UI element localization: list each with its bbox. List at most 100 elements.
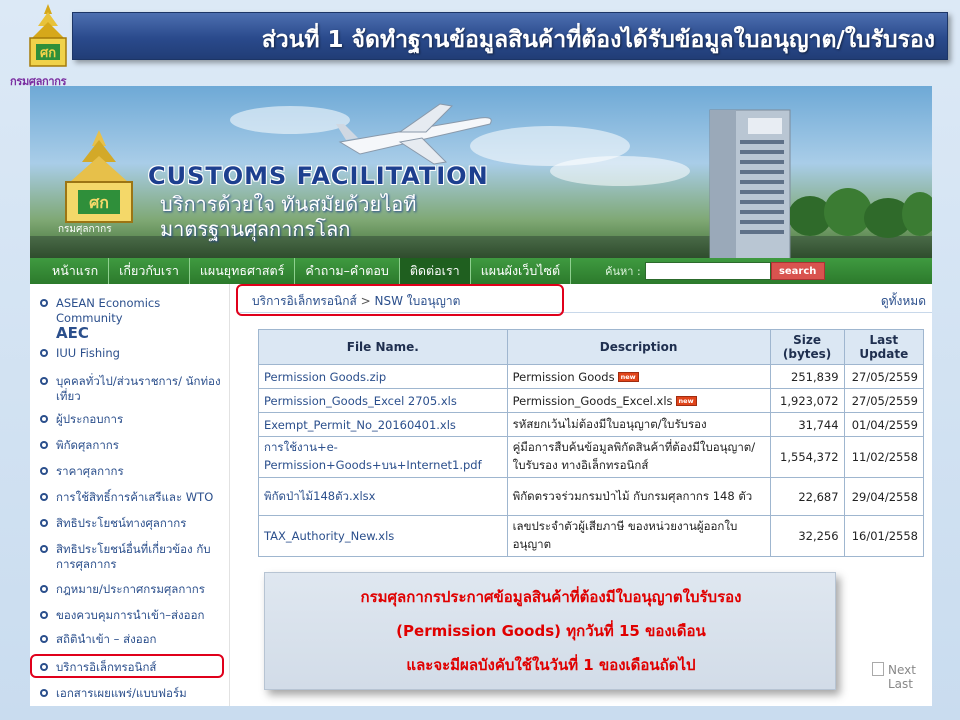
file-size: 251,839 xyxy=(769,364,845,389)
sidebar-item-iuu[interactable]: IUU Fishing xyxy=(40,346,226,361)
svg-text:ศก: ศก xyxy=(40,46,56,61)
sidebar-item-label: สิทธิประโยชน์อื่นที่เกี่ยวข้อง กับการศุล… xyxy=(56,542,211,571)
table-row: พิกัดป่าไม้148ตัว.xlsx พิกัดตรวจร่วมกรมป่… xyxy=(258,477,925,516)
file-name-link[interactable]: การใช้งาน+e-Permission+Goods+บน+Internet… xyxy=(258,436,508,478)
bullet-icon xyxy=(40,467,48,475)
file-size: 1,923,072 xyxy=(769,388,845,413)
nav-contact[interactable]: ติดต่อเรา xyxy=(399,258,471,284)
banner-title: CUSTOMS FACILITATION xyxy=(148,162,489,190)
bullet-icon xyxy=(40,635,48,643)
bullet-icon xyxy=(40,299,48,307)
sidebar-item-other-privileges[interactable]: สิทธิประโยชน์อื่นที่เกี่ยวข้อง กับการศุล… xyxy=(40,542,226,572)
file-description: พิกัดตรวจร่วมกรมป่าไม้ กับกรมศุลกากร 148… xyxy=(506,477,771,516)
table-row: Permission Goods.zip Permission Goods new 2… xyxy=(258,364,925,389)
pager-checkbox[interactable] xyxy=(872,662,884,676)
file-size: 32,256 xyxy=(769,515,845,557)
sidebar-item-label: การใช้สิทธิ์การค้าเสรีและ WTO xyxy=(56,490,214,504)
file-description: รหัสยกเว้นไม่ต้องมีใบอนุญาต/ใบรับรอง xyxy=(506,412,771,437)
nav-strategy[interactable]: แผนยุทธศาสตร์ xyxy=(190,258,296,284)
pager-links[interactable]: Next Last xyxy=(888,663,932,691)
table-header-row: File Name. Description Size (bytes) Last… xyxy=(258,329,925,365)
sidebar-item-label: ราคาศุลกากร xyxy=(56,464,124,478)
col-size: Size (bytes) xyxy=(769,329,845,365)
file-last-update: 27/05/2559 xyxy=(843,364,925,389)
trees-icon xyxy=(790,188,932,238)
description-text: คู่มือการสืบค้นข้อมูลพิกัดสินค้าที่ต้องม… xyxy=(512,440,756,472)
sidebar-item-statistics[interactable]: สถิตินำเข้า – ส่งออก xyxy=(40,632,226,647)
sidebar-item-label: ผู้ประกอบการ xyxy=(56,412,124,426)
bullet-icon xyxy=(40,349,48,357)
callout-line-1: กรมศุลกากรประกาศข้อมูลสินค้าที่ต้องมีใบอ… xyxy=(360,588,742,606)
sidebar-item-label: พิกัดศุลกากร xyxy=(56,438,119,452)
bullet-icon xyxy=(40,519,48,527)
callout-line-2: (Permission Goods) ทุกวันที่ 15 ของเดือน xyxy=(396,622,706,640)
sidebar-item-privileges[interactable]: สิทธิประโยชน์ทางศุลกากร xyxy=(40,516,226,531)
slide-title-bar: ส่วนที่ 1 จัดทำฐานข้อมูลสินค้าที่ต้องได้… xyxy=(72,12,948,60)
new-badge: new xyxy=(675,396,697,406)
bullet-icon xyxy=(40,415,48,423)
slide-title: ส่วนที่ 1 จัดทำฐานข้อมูลสินค้าที่ต้องได้… xyxy=(261,27,935,53)
sidebar-item-fta-wto[interactable]: การใช้สิทธิ์การค้าเสรีและ WTO xyxy=(40,490,226,505)
table-row: Exempt_Permit_No_20160401.xls รหัสยกเว้นไ… xyxy=(258,412,925,437)
file-name-link[interactable]: พิกัดป่าไม้148ตัว.xlsx xyxy=(258,477,508,516)
site-banner: ศก กรมศุลกากร CUSTOMS FACILITATION บริกา… xyxy=(30,86,932,258)
sidebar-item-public[interactable]: บุคคลทั่วไป/ส่วนราชการ/ นักท่องเที่ยว xyxy=(40,374,226,404)
search-label: ค้นหา : xyxy=(605,265,641,278)
bullet-icon xyxy=(40,585,48,593)
nav-sitemap[interactable]: แผนผังเว็บไซต์ xyxy=(471,258,572,284)
sidebar-item-label: เอกสารเผยแพร่/แบบฟอร์ม xyxy=(56,686,187,700)
file-description: เลขประจำตัวผู้เสียภาษี ของหน่วยงานผู้ออก… xyxy=(506,515,771,557)
svg-text:ศก: ศก xyxy=(89,193,109,212)
file-last-update: 16/01/2558 xyxy=(843,515,925,557)
nav-about[interactable]: เกี่ยวกับเรา xyxy=(109,258,190,284)
file-name-link[interactable]: Exempt_Permit_No_20160401.xls xyxy=(258,412,508,437)
bullet-icon xyxy=(40,545,48,553)
file-description: คู่มือการสืบค้นข้อมูลพิกัดสินค้าที่ต้องม… xyxy=(506,436,771,478)
view-all-link[interactable]: ดูทั้งหมด xyxy=(881,292,926,311)
sidebar-item-tariff[interactable]: พิกัดศุลกากร xyxy=(40,438,226,453)
nav-home[interactable]: หน้าแรก xyxy=(30,258,110,284)
banner-seal-icon: ศก xyxy=(65,130,133,223)
breadcrumb-highlight xyxy=(236,284,564,316)
sidebar-item-controlled-goods[interactable]: ของควบคุมการนำเข้า–ส่งออก xyxy=(40,608,226,623)
banner-seal-caption: กรมศุลกากร xyxy=(58,224,112,235)
banner-slogan-2: มาตรฐานศุลกากรโลก xyxy=(160,217,351,241)
file-name-link[interactable]: Permission Goods.zip xyxy=(258,364,508,389)
col-last-update: Last Update xyxy=(843,329,925,365)
announcement-callout: กรมศุลกากรประกาศข้อมูลสินค้าที่ต้องมีใบอ… xyxy=(264,572,836,690)
description-text: เลขประจำตัวผู้เสียภาษี ของหน่วยงานผู้ออก… xyxy=(512,519,738,551)
table-row: การใช้งาน+e-Permission+Goods+บน+Internet… xyxy=(258,436,925,478)
sidebar-item-label: ของควบคุมการนำเข้า–ส่งออก xyxy=(56,608,205,622)
file-name-link[interactable]: Permission_Goods_Excel 2705.xls xyxy=(258,388,508,413)
table-row: TAX_Authority_New.xls เลขประจำตัวผู้เสียภ… xyxy=(258,515,925,557)
file-size: 31,744 xyxy=(769,412,845,437)
file-size: 22,687 xyxy=(769,477,845,516)
file-last-update: 27/05/2559 xyxy=(843,388,925,413)
file-last-update: 29/04/2558 xyxy=(843,477,925,516)
sidebar-item-label: บุคคลทั่วไป/ส่วนราชการ/ นักท่องเที่ยว xyxy=(56,374,221,403)
sidebar-item-operators[interactable]: ผู้ประกอบการ xyxy=(40,412,226,427)
col-file-name: File Name. xyxy=(258,329,508,365)
file-name-link[interactable]: TAX_Authority_New.xls xyxy=(258,515,508,557)
description-text: พิกัดตรวจร่วมกรมป่าไม้ กับกรมศุลกากร 148… xyxy=(512,488,753,503)
airplane-icon xyxy=(336,103,492,165)
sidebar-item-laws[interactable]: กฎหมาย/ประกาศกรมศุลกากร xyxy=(40,582,226,597)
site-nav: หน้าแรก เกี่ยวกับเรา แผนยุทธศาสตร์ คำถาม… xyxy=(30,258,932,284)
description-text: Permission_Goods_Excel.xls xyxy=(512,393,673,408)
sidebar-item-aec[interactable]: ASEAN Economics Community AEC xyxy=(40,296,226,341)
callout-line-3: และจะมีผลบังคับใช้ในวันที่ 1 ของเดือนถัด… xyxy=(406,656,696,674)
bullet-icon xyxy=(40,611,48,619)
search-input[interactable] xyxy=(644,262,771,280)
customs-emblem-icon: ศก xyxy=(29,4,67,67)
table-row: Permission_Goods_Excel 2705.xls Permissio… xyxy=(258,388,925,413)
search-button[interactable]: search xyxy=(770,262,825,280)
bullet-icon xyxy=(40,493,48,501)
sidebar-item-label: ASEAN Economics Community xyxy=(56,296,161,325)
bullet-icon xyxy=(40,689,48,697)
sidebar-item-documents[interactable]: เอกสารเผยแพร่/แบบฟอร์ม xyxy=(40,686,226,701)
description-text: รหัสยกเว้นไม่ต้องมีใบอนุญาต/ใบรับรอง xyxy=(512,416,707,431)
sidebar-item-valuation[interactable]: ราคาศุลกากร xyxy=(40,464,226,479)
file-description: Permission Goods new xyxy=(506,364,771,389)
nav-faq[interactable]: คำถาม–คำตอบ xyxy=(295,258,400,284)
file-size: 1,554,372 xyxy=(769,436,845,478)
